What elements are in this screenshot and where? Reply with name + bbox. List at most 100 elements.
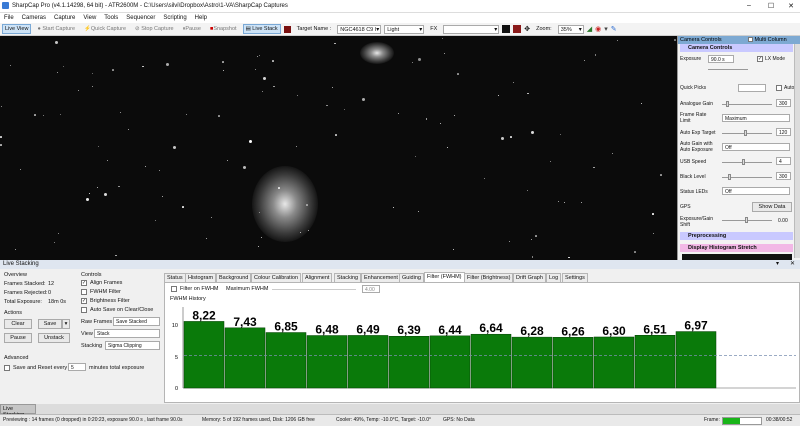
reticle-icon[interactable] bbox=[513, 25, 522, 33]
pin-icon[interactable]: ✎ bbox=[611, 25, 617, 33]
tab-colour-calibration[interactable]: Colour Calibration bbox=[251, 273, 302, 282]
star bbox=[58, 233, 60, 235]
tab-filter-brightness[interactable]: Filter (Brightness) bbox=[464, 273, 514, 282]
brightness-filter-checkbox[interactable]: ✓ bbox=[81, 298, 87, 304]
black-level-input[interactable]: 300 bbox=[776, 172, 791, 180]
exposure-slider[interactable] bbox=[708, 69, 748, 70]
clear-button[interactable]: Clear bbox=[4, 319, 32, 329]
menu-capture[interactable]: Capture bbox=[54, 15, 75, 21]
filter-dropdown[interactable]: Light bbox=[384, 24, 425, 34]
exposure-input[interactable]: 90.0 s bbox=[708, 55, 734, 63]
frame-rate-dropdown[interactable]: Maximum bbox=[722, 114, 790, 122]
start-capture-button[interactable]: ● Start Capture bbox=[34, 24, 78, 34]
tab-histogram[interactable]: Histogram bbox=[185, 273, 217, 282]
analogue-gain-knob[interactable] bbox=[726, 101, 729, 107]
menu-cameras[interactable]: Cameras bbox=[22, 15, 46, 21]
target-name-dropdown[interactable]: NGC4618 C9 I bbox=[337, 24, 382, 34]
camera-controls-scrollbar[interactable] bbox=[794, 44, 800, 258]
menu-scripting[interactable]: Scripting bbox=[163, 15, 186, 21]
crosshair-icon[interactable]: ✥ bbox=[524, 25, 530, 33]
tab-background[interactable]: Background bbox=[216, 273, 252, 282]
save-reset-checkbox[interactable] bbox=[4, 365, 10, 371]
target-icon[interactable]: ◉ bbox=[595, 25, 601, 33]
analogue-gain-slider[interactable] bbox=[722, 104, 772, 105]
pause-stack-button[interactable]: Pause bbox=[4, 333, 32, 343]
camera-controls-section[interactable]: Camera Controls bbox=[680, 44, 793, 52]
close-icon[interactable]: ✕ bbox=[784, 2, 798, 10]
black-level-knob[interactable] bbox=[728, 174, 731, 180]
y-tick-5: 5 bbox=[175, 355, 178, 361]
display-histogram-section[interactable]: Display Histogram Stretch bbox=[680, 244, 793, 252]
save-button[interactable]: Save bbox=[38, 319, 62, 329]
pause-button[interactable]: ⏸Pause bbox=[180, 24, 204, 35]
quick-picks-dropdown[interactable] bbox=[738, 84, 766, 92]
unstack-button[interactable]: Unstack bbox=[38, 333, 70, 343]
tab-settings[interactable]: Settings bbox=[562, 273, 588, 282]
frames-stacked-value: 12 bbox=[48, 281, 55, 287]
live-stacking-dock-tab[interactable]: Live Stacking bbox=[0, 404, 36, 418]
frames-rejected-label: Frames Rejected: bbox=[4, 290, 48, 296]
fwhm-filter-checkbox[interactable] bbox=[81, 289, 87, 295]
save-dropdown-icon[interactable]: ▾ bbox=[62, 319, 70, 329]
histogram-chart-icon[interactable]: ◢ bbox=[587, 25, 592, 33]
close-panel-icon[interactable]: ✕ bbox=[790, 260, 795, 267]
stacking-dropdown[interactable]: Sigma Clipping bbox=[105, 341, 160, 350]
tab-drift-graph[interactable]: Drift Graph bbox=[513, 273, 546, 282]
align-frames-checkbox[interactable]: ✓ bbox=[81, 280, 87, 286]
menu-tools[interactable]: Tools bbox=[104, 15, 118, 21]
dropdown-arrow-icon[interactable]: ▾ bbox=[604, 25, 608, 33]
auto-checkbox[interactable] bbox=[776, 85, 782, 91]
menu-help[interactable]: Help bbox=[195, 15, 207, 21]
image-preview[interactable] bbox=[0, 36, 677, 260]
save-reset-input[interactable]: 5 bbox=[68, 363, 86, 371]
menu-view[interactable]: View bbox=[83, 15, 96, 21]
brightness-filter-label: Brightness Filter bbox=[90, 298, 130, 304]
zoom-dropdown[interactable]: 35% bbox=[557, 24, 584, 34]
tab-stacking[interactable]: Stacking bbox=[334, 273, 362, 282]
stop-capture-button[interactable]: ⊘ Stop Capture bbox=[132, 24, 177, 34]
star bbox=[417, 211, 419, 213]
maximum-fwhm-slider[interactable] bbox=[272, 289, 356, 290]
star bbox=[145, 166, 147, 168]
tab-status[interactable]: Status bbox=[164, 273, 186, 282]
quick-capture-button[interactable]: ⚡Quick Capture bbox=[81, 24, 129, 34]
auto-exp-target-knob[interactable] bbox=[744, 130, 747, 136]
live-view-button[interactable]: Live View bbox=[2, 24, 32, 34]
snapshot-button[interactable]: ■Snapshot bbox=[207, 24, 240, 34]
preprocessing-section[interactable]: Preprocessing bbox=[680, 232, 793, 240]
fwhm-bar bbox=[265, 332, 307, 389]
live-stack-button[interactable]: ▤ Live Stack bbox=[242, 24, 281, 34]
usb-speed-input[interactable]: 4 bbox=[776, 157, 791, 165]
exposure-gain-shift-knob[interactable] bbox=[745, 217, 748, 223]
tab-alignment[interactable]: Alignment bbox=[302, 273, 333, 282]
histogram-icon[interactable] bbox=[283, 25, 291, 33]
filter-on-fwhm-checkbox[interactable] bbox=[171, 286, 177, 292]
view-dropdown[interactable]: Stack bbox=[94, 329, 160, 338]
usb-speed-knob[interactable] bbox=[742, 159, 745, 165]
usb-speed-slider[interactable] bbox=[722, 162, 772, 163]
tab-log[interactable]: Log bbox=[546, 273, 562, 282]
pin-panel-icon[interactable]: ▾ bbox=[776, 260, 779, 267]
fx-dropdown[interactable] bbox=[443, 24, 500, 34]
status-leds-dropdown[interactable]: Off bbox=[722, 187, 790, 195]
multi-column-toggle[interactable]: Multi Column bbox=[748, 37, 787, 43]
analogue-gain-input[interactable]: 300 bbox=[776, 99, 791, 107]
auto-exp-target-slider[interactable] bbox=[722, 133, 772, 134]
auto-save-checkbox[interactable] bbox=[81, 307, 87, 313]
maximize-icon[interactable]: ☐ bbox=[764, 2, 778, 10]
menu-sequencer[interactable]: Sequencer bbox=[126, 15, 155, 21]
maximum-fwhm-input[interactable]: 4.00 bbox=[362, 285, 380, 293]
auto-gain-dropdown[interactable]: Off bbox=[722, 143, 790, 151]
fwhm-bar-label: 6,30 bbox=[602, 324, 626, 338]
color-swatch-icon[interactable] bbox=[502, 25, 511, 33]
show-data-button[interactable]: Show Data bbox=[752, 202, 792, 212]
menu-file[interactable]: File bbox=[4, 15, 14, 21]
tab-guiding[interactable]: Guiding bbox=[399, 273, 424, 282]
star bbox=[452, 249, 454, 251]
raw-frames-dropdown[interactable]: Save Stacked bbox=[113, 317, 160, 326]
auto-exp-target-input[interactable]: 120 bbox=[776, 128, 791, 136]
lx-mode-checkbox[interactable]: ✓ bbox=[757, 56, 763, 62]
tab-filter-fwhm[interactable]: Filter (FWHM) bbox=[424, 272, 465, 282]
tab-enhancement[interactable]: Enhancement bbox=[361, 273, 401, 282]
minimize-icon[interactable]: – bbox=[742, 2, 756, 9]
